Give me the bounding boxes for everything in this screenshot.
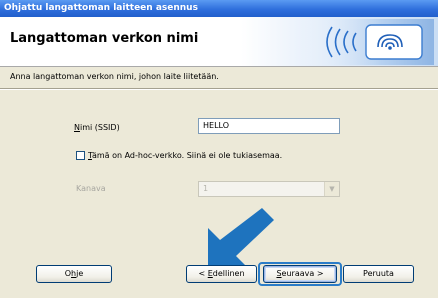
help-button[interactable]: Ohje [36, 265, 112, 283]
channel-value: 1 [203, 184, 209, 193]
title-bar: Ohjattu langattoman laitteen asennus [0, 0, 438, 17]
window-title: Ohjattu langattoman laitteen asennus [4, 3, 198, 13]
adhoc-checkbox-label[interactable]: Tämä on Ad-hoc-verkko. Siinä ei ole tuki… [88, 151, 282, 160]
ssid-input[interactable]: HELLO [198, 118, 340, 134]
cancel-button[interactable]: Peruuta [343, 265, 414, 283]
divider [0, 88, 438, 90]
next-button[interactable]: Seuraava > [263, 265, 337, 283]
wireless-signal-icon [302, 19, 434, 65]
adhoc-checkbox[interactable] [76, 151, 85, 160]
channel-select[interactable]: 1 ▼ [198, 181, 340, 197]
back-label-suffix: dellinen [212, 269, 245, 278]
page-title: Langattoman verkon nimi [10, 31, 199, 46]
back-label-prefix: < [198, 269, 208, 278]
channel-label: Kanava [76, 184, 106, 193]
wizard-header: Langattoman verkon nimi [0, 17, 438, 67]
ssid-label-text: imi (SSID) [79, 123, 120, 132]
instruction-text: Anna langattoman verkon nimi, johon lait… [10, 72, 219, 81]
setup-wizard-window: Ohjattu langattoman laitteen asennus Lan… [0, 0, 438, 298]
chevron-down-icon[interactable]: ▼ [324, 182, 339, 196]
back-button[interactable]: < Edellinen [186, 265, 257, 283]
ssid-label: Nimi (SSID) [74, 123, 120, 132]
help-label-suffix: je [76, 269, 84, 278]
adhoc-label-text: ämä on Ad-hoc-verkko. Siinä ei ole tukia… [91, 151, 283, 160]
next-label-suffix: euraava > [281, 269, 324, 278]
